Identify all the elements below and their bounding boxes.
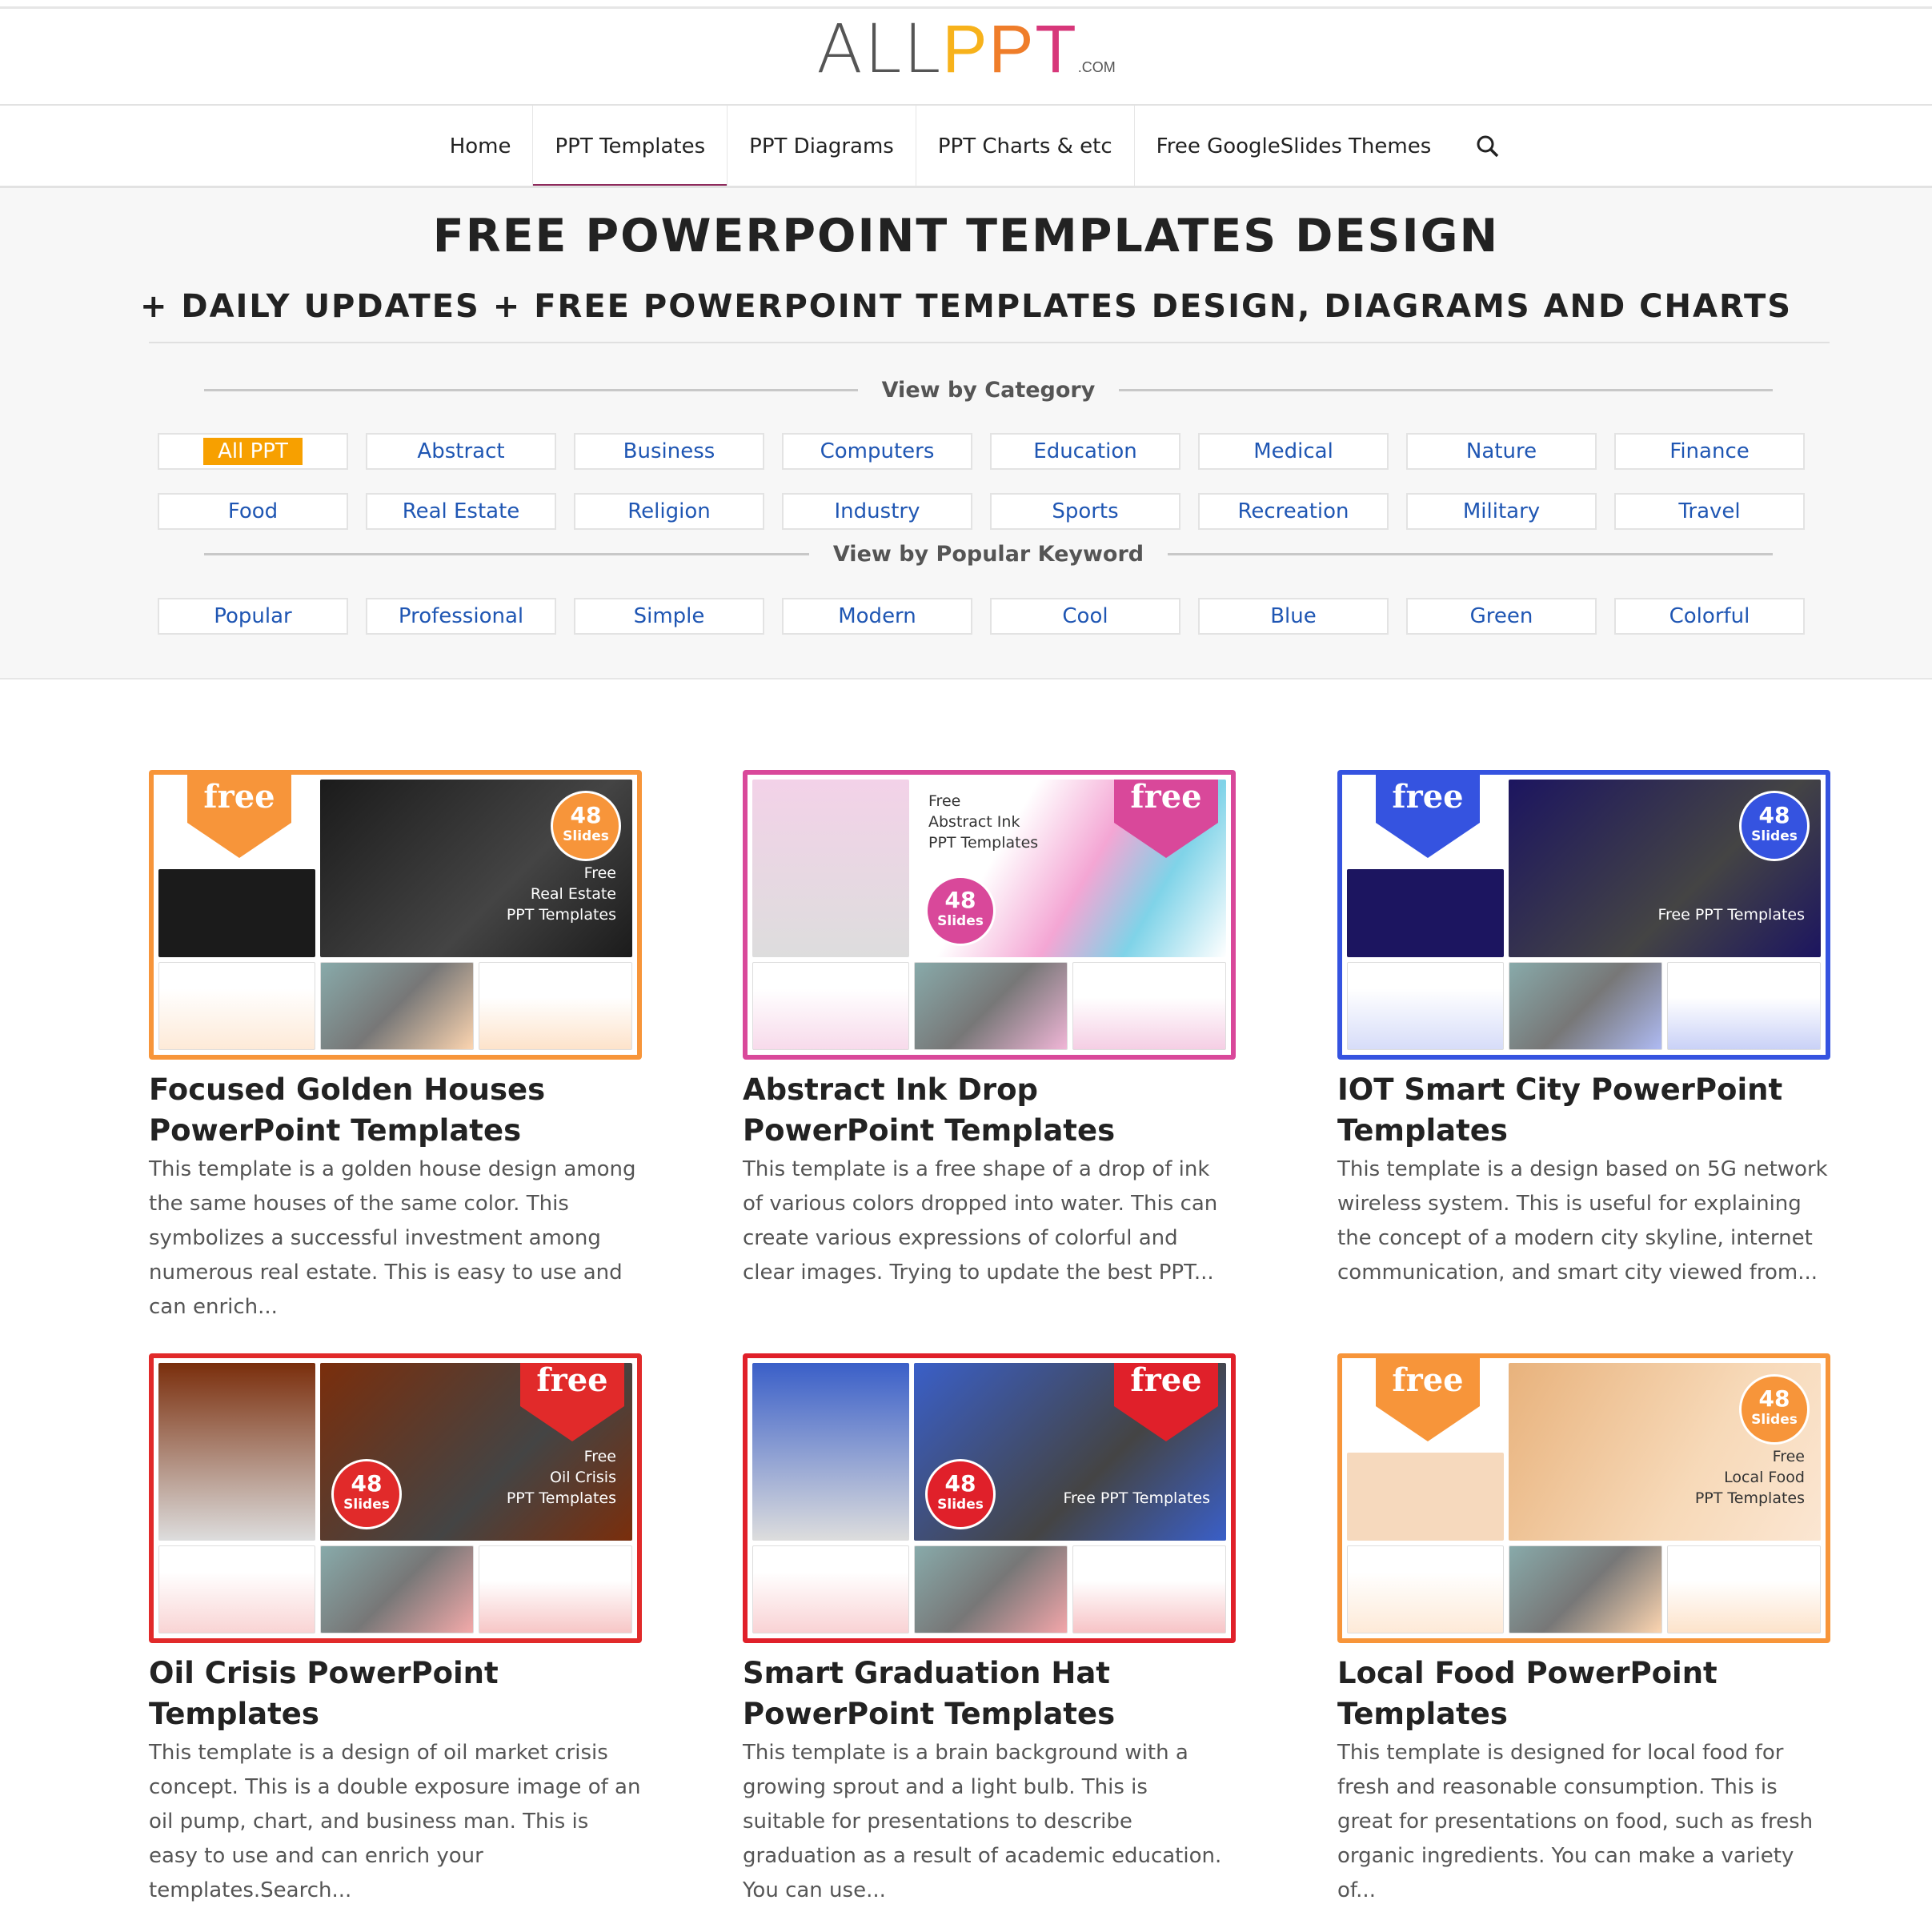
category-industry[interactable]: Industry (782, 493, 972, 530)
category-real-estate[interactable]: Real Estate (366, 493, 556, 530)
divider (149, 342, 1830, 343)
category-row-2: Food Real Estate Religion Industry Sports Rec… (158, 493, 1805, 530)
free-badge: free (520, 1363, 624, 1441)
keyword-professional[interactable]: Professional (366, 598, 556, 635)
category-recreation[interactable]: Recreation (1198, 493, 1389, 530)
template-thumbnail[interactable]: free Free Oil Crisis PPT Templates 48 Sli… (149, 1353, 642, 1643)
allppt-logo[interactable]: ALLPPT.COM (0, 15, 1932, 95)
nav-ppt-diagrams[interactable]: PPT Diagrams (727, 106, 916, 187)
free-badge: free (1114, 1363, 1218, 1441)
nav-ppt-charts-etc[interactable]: PPT Charts & etc (915, 106, 1134, 187)
category-abstract[interactable]: Abstract (366, 433, 556, 470)
slide-count-badge: 48 Slides (331, 1459, 402, 1529)
category-education[interactable]: Education (990, 433, 1180, 470)
thumbnail-left-panel: free (1347, 770, 1504, 957)
template-thumbnail[interactable]: free Free PPT Templates 48 Slides (1337, 770, 1830, 1060)
keyword-row: Popular Professional Simple Modern Cool Blue G… (158, 598, 1805, 635)
thumbnail-left-panel (752, 1363, 909, 1541)
template-thumbnail[interactable]: free Free Abstract Ink PPT Templates 48 S… (743, 770, 1236, 1060)
keyword-modern[interactable]: Modern (782, 598, 972, 635)
slide-count-badge: 48 Slides (551, 791, 621, 861)
free-badge: free (1114, 780, 1218, 858)
keyword-popular[interactable]: Popular (158, 598, 348, 635)
thumbnail-bottom-panels (1347, 1545, 1821, 1633)
template-card: free Free PPT Templates 48 Slides Smart G… (743, 1353, 1236, 1908)
template-thumbnail[interactable]: free Free Local Food PPT Templates 48 Sli… (1337, 1353, 1830, 1643)
thumbnail-left-panel: free (1347, 1353, 1504, 1541)
thumbnail-left-panel (158, 1363, 315, 1541)
page-subtitle: + DAILY UPDATES + FREE POWERPOINT TEMPLA… (139, 288, 1793, 325)
template-description: This template is designed for local food… (1337, 1741, 1814, 1902)
category-food[interactable]: Food (158, 493, 348, 530)
template-title-link[interactable]: Abstract Ink Drop PowerPoint Templates (743, 1069, 1236, 1151)
nav-ppt-templates[interactable]: PPT Templates (532, 106, 727, 187)
thumbnail-bottom-panels (158, 962, 632, 1050)
thumbnail-main-slide: Free Real Estate PPT Templates 48 Slides (320, 780, 632, 957)
category-sports[interactable]: Sports (990, 493, 1180, 530)
category-finance[interactable]: Finance (1614, 433, 1805, 470)
template-title-link[interactable]: Local Food PowerPoint Templates (1337, 1653, 1830, 1734)
category-business[interactable]: Business (574, 433, 764, 470)
category-heading: View by Category (204, 378, 1773, 403)
category-military[interactable]: Military (1406, 493, 1597, 530)
thumbnail-main-slide: free Free Oil Crisis PPT Templates 48 Sli… (320, 1363, 632, 1541)
template-description: This template is a design based on 5G ne… (1337, 1157, 1828, 1285)
main-nav: Home PPT Templates PPT Diagrams PPT Charts … (0, 106, 1932, 187)
nav-home[interactable]: Home (428, 106, 533, 187)
template-description: This template is a design of oil market … (149, 1741, 641, 1902)
slide-count-badge: 48 Slides (1739, 791, 1810, 861)
template-title-link[interactable]: Focused Golden Houses PowerPoint Templat… (149, 1069, 642, 1151)
thumbnail-main-slide: free Free PPT Templates 48 Slides (914, 1363, 1226, 1541)
thumbnail-bottom-panels (752, 962, 1226, 1050)
template-card: free Free Local Food PPT Templates 48 Sli… (1337, 1353, 1830, 1908)
thumbnail-bottom-panels (158, 1545, 632, 1633)
thumbnail-bottom-panels (1347, 962, 1821, 1050)
template-title-link[interactable]: IOT Smart City PowerPoint Templates (1337, 1069, 1830, 1151)
category-travel[interactable]: Travel (1614, 493, 1805, 530)
category-all-ppt[interactable]: All PPT (158, 433, 348, 470)
thumbnail-left-panel: free (158, 770, 315, 957)
keyword-green[interactable]: Green (1406, 598, 1597, 635)
keyword-heading: View by Popular Keyword (204, 542, 1774, 567)
thumbnail-left-panel (752, 780, 909, 957)
keyword-blue[interactable]: Blue (1198, 598, 1389, 635)
slide-count-badge: 48 Slides (925, 1459, 996, 1529)
template-card: free Free Real Estate PPT Templates 48 Sl… (149, 770, 642, 1325)
top-border (0, 6, 1932, 9)
thumbnail-bottom-panels (752, 1545, 1226, 1633)
page-title: FREE POWERPOINT TEMPLATES DESIGN (432, 210, 1500, 263)
template-title-link[interactable]: Oil Crisis PowerPoint Templates (149, 1653, 642, 1734)
category-computers[interactable]: Computers (782, 433, 972, 470)
nav-free-googleslides-themes[interactable]: Free GoogleSlides Themes (1133, 106, 1453, 187)
template-card: free Free Oil Crisis PPT Templates 48 Sli… (149, 1353, 642, 1908)
template-thumbnail[interactable]: free Free Real Estate PPT Templates 48 Sl… (149, 770, 642, 1060)
thumbnail-main-slide: free Free Abstract Ink PPT Templates 48 S… (914, 780, 1226, 957)
template-description: This template is a brain background with… (743, 1741, 1222, 1902)
template-card: free Free PPT Templates 48 Slides IOT Sma… (1337, 770, 1830, 1290)
search-icon[interactable] (1472, 130, 1504, 162)
thumbnail-main-slide: Free Local Food PPT Templates 48 Slides (1509, 1363, 1821, 1541)
category-medical[interactable]: Medical (1198, 433, 1389, 470)
keyword-cool[interactable]: Cool (990, 598, 1180, 635)
template-description: This template is a golden house design a… (149, 1157, 636, 1319)
keyword-simple[interactable]: Simple (574, 598, 764, 635)
category-row-1: All PPT Abstract Business Computers Educatio… (158, 433, 1805, 470)
keyword-colorful[interactable]: Colorful (1614, 598, 1805, 635)
template-description: This template is a free shape of a drop … (743, 1157, 1218, 1285)
free-badge: free (187, 770, 291, 858)
free-badge: free (1376, 1353, 1480, 1441)
template-title-link[interactable]: Smart Graduation Hat PowerPoint Template… (743, 1653, 1236, 1734)
template-card: free Free Abstract Ink PPT Templates 48 S… (743, 770, 1236, 1290)
slide-count-badge: 48 Slides (925, 876, 996, 946)
slide-count-badge: 48 Slides (1739, 1374, 1810, 1445)
category-religion[interactable]: Religion (574, 493, 764, 530)
template-thumbnail[interactable]: free Free PPT Templates 48 Slides (743, 1353, 1236, 1643)
thumbnail-main-slide: Free PPT Templates 48 Slides (1509, 780, 1821, 957)
free-badge: free (1376, 770, 1480, 858)
category-nature[interactable]: Nature (1406, 433, 1597, 470)
